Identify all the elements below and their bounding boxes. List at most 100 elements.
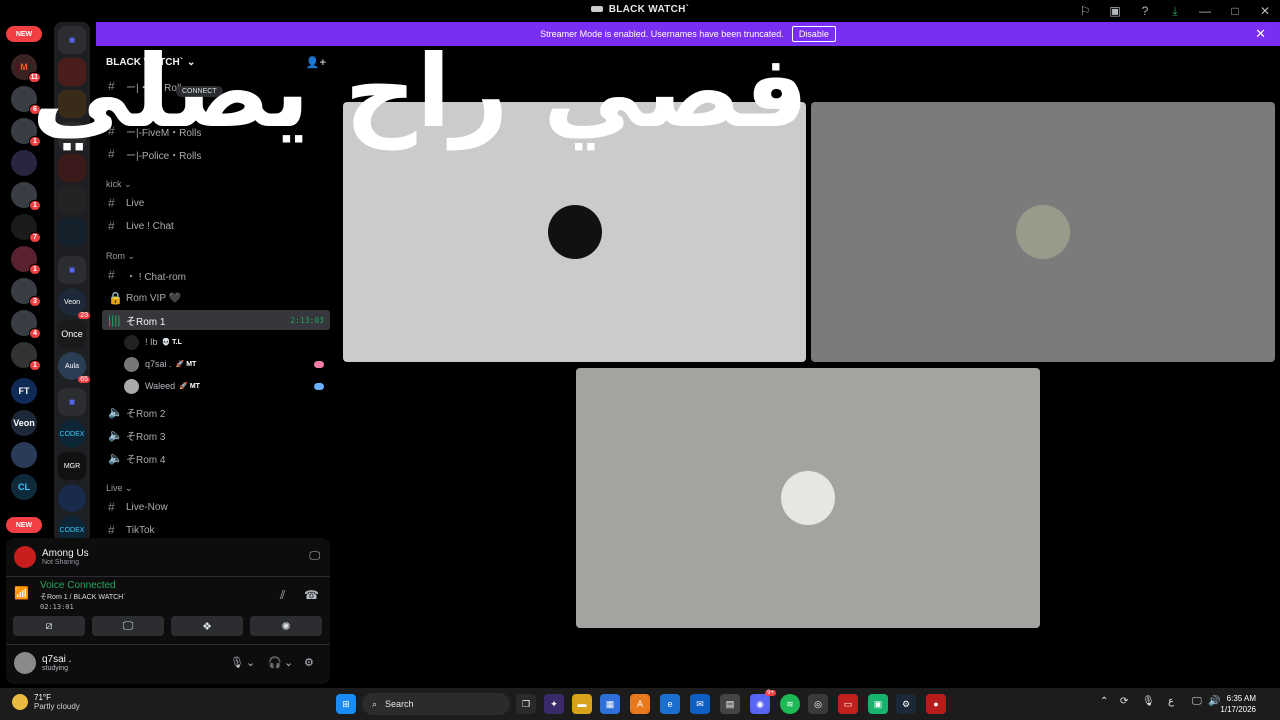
category-rom[interactable]: Rom ⌄ <box>106 251 135 262</box>
camera-off-button[interactable]: ⧄ <box>13 616 85 636</box>
among-us-icon[interactable]: ● <box>926 694 946 714</box>
channel-text[interactable]: # Live-Now <box>102 497 330 517</box>
screen-share-button[interactable]: 🖵 <box>92 616 164 636</box>
weather-widget[interactable]: 71°F Partly cloudy <box>12 693 80 711</box>
category-live[interactable]: Live ⌄ <box>106 483 133 494</box>
server-icon[interactable]: 1 <box>11 342 41 371</box>
stream-icon[interactable]: ▣ <box>1100 0 1130 22</box>
activities-button[interactable]: ❖ <box>171 616 243 636</box>
speaker-icon: 🔈 <box>108 405 123 419</box>
clock[interactable]: 6:35 AM 1/17/2026 <box>1220 693 1256 715</box>
voice-channel-label[interactable]: そRom 1 / BLACK WATCH` <box>40 592 126 602</box>
server-codex[interactable]: CODEX <box>58 420 86 448</box>
server-icon[interactable] <box>58 218 86 246</box>
folder-icon[interactable]: ■ <box>58 256 86 284</box>
chevron-down-icon[interactable]: ⌄ <box>284 656 293 669</box>
current-user[interactable]: q7sai . studying <box>14 652 71 674</box>
obs-icon[interactable]: ◎ <box>808 694 828 714</box>
chevron-down-icon[interactable]: ⌄ <box>246 656 255 669</box>
folder-icon[interactable]: ■ <box>58 388 86 416</box>
server-ft[interactable]: FT <box>11 378 37 404</box>
disconnect-icon[interactable]: ☎ <box>304 588 319 602</box>
copilot-icon[interactable]: ✦ <box>544 694 564 714</box>
category-kick[interactable]: kick ⌄ <box>106 179 132 190</box>
store-icon[interactable]: ▦ <box>600 694 620 714</box>
participant-tile[interactable] <box>811 102 1275 362</box>
channel-text[interactable]: # Live <box>102 193 330 213</box>
server-icon[interactable] <box>11 442 37 468</box>
microphone-icon[interactable]: 🎙 <box>1142 696 1155 707</box>
channel-voice[interactable]: 🔈 そRom 4 <box>102 448 330 468</box>
taskbar-search[interactable]: ⌕ Search <box>362 693 510 715</box>
server-aula[interactable]: Aula 65 <box>58 352 90 383</box>
discord-icon[interactable]: ◉ 9+ <box>750 690 776 714</box>
camera-off-icon: ⧄ <box>45 619 53 632</box>
new-pill-bottom[interactable]: NEW <box>6 517 42 533</box>
file-explorer-icon[interactable]: ▬ <box>572 694 592 714</box>
channel-voice[interactable]: 🔈 そRom 3 <box>102 425 330 445</box>
app-icon[interactable]: ▭ <box>838 694 858 714</box>
spotify-icon[interactable]: ≋ <box>780 694 800 714</box>
download-icon[interactable]: ⤓ <box>1160 0 1190 22</box>
server-icon[interactable]: 1 <box>11 182 41 211</box>
steam-icon[interactable]: ⚙ <box>896 694 916 714</box>
server-icon[interactable]: 1 <box>11 246 41 275</box>
channel-voice[interactable]: 🔈 そRom 2 <box>102 402 330 422</box>
channel-text[interactable]: # TikTok <box>102 520 330 540</box>
minimize-button[interactable]: — <box>1190 0 1220 22</box>
server-icon[interactable]: 3 <box>11 278 41 307</box>
taskbar: 71°F Partly cloudy ⊞ ⌕ Search ❐ ✦ ▬ ▦ A e… <box>0 688 1280 720</box>
activity-icon <box>314 382 324 390</box>
help-icon[interactable]: ? <box>1130 0 1160 22</box>
participant-tile[interactable] <box>576 368 1040 628</box>
gear-icon[interactable]: ⚙ <box>304 656 314 669</box>
server-icon[interactable]: 7 <box>11 214 41 243</box>
server-veon[interactable]: Veon 23 <box>58 288 90 319</box>
avatar <box>1016 205 1070 259</box>
headphones-icon[interactable]: 🎧 <box>268 656 282 669</box>
game-name: Among Us <box>42 548 89 559</box>
start-button[interactable]: ⊞ <box>336 694 356 714</box>
outlook-icon[interactable]: ✉ <box>690 694 710 714</box>
app-icon[interactable]: ▣ <box>868 694 888 714</box>
signal-icon[interactable]: 📶 <box>14 586 29 600</box>
network-icon[interactable]: 🖵 <box>1192 696 1202 707</box>
close-button[interactable]: ✕ <box>1250 0 1280 22</box>
channel-voice-active[interactable]: |||| そRom 1 2:13:03 <box>102 310 330 330</box>
channel-text[interactable]: # Live ! Chat <box>102 216 330 236</box>
task-view-icon[interactable]: ❐ <box>516 694 536 714</box>
language-indicator[interactable]: ع <box>1168 696 1174 707</box>
game-status: Not Sharing <box>42 559 79 566</box>
microphone-icon[interactable]: 🎙 <box>230 656 244 669</box>
soundboard-button[interactable]: ✺ <box>250 616 322 636</box>
inbox-flag-icon[interactable]: ⚐ <box>1070 0 1100 22</box>
noise-suppression-icon[interactable]: ⫽ <box>280 588 285 603</box>
volume-icon[interactable]: 🔊 <box>1208 696 1220 707</box>
voice-connected-label[interactable]: Voice Connected <box>40 580 116 591</box>
channel-text[interactable]: # ・ ! Chat-rom <box>102 265 330 285</box>
server-once[interactable]: Once <box>58 320 86 348</box>
app-icon[interactable]: A <box>630 694 650 714</box>
edge-icon[interactable]: e <box>660 694 680 714</box>
maximize-button[interactable]: □ <box>1220 0 1250 22</box>
tray-overflow-icon[interactable]: ⌃ <box>1100 696 1108 707</box>
voice-member[interactable]: Waleed 🚀 MT <box>124 376 330 396</box>
server-veon[interactable]: Veon <box>11 410 37 436</box>
app-icon[interactable]: ▤ <box>720 694 740 714</box>
server-cl[interactable]: CL <box>11 474 37 500</box>
server-icon[interactable] <box>58 484 86 512</box>
sync-icon[interactable]: ⟳ <box>1120 696 1128 707</box>
user-status: studying <box>42 665 69 672</box>
server-icon[interactable]: 4 <box>11 310 41 339</box>
share-screen-icon[interactable]: 🖵 <box>309 550 320 563</box>
user-panel: Among Us Not Sharing 🖵 📶 Voice Connected… <box>6 538 330 684</box>
server-mgr[interactable]: MGR <box>58 452 86 480</box>
voice-member[interactable]: ! Ib 💀 T.L <box>124 332 330 352</box>
avatar <box>781 471 835 525</box>
channel-locked[interactable]: 🔒 Rom VIP 🖤 <box>102 288 330 308</box>
server-icon[interactable] <box>58 186 86 214</box>
banner-close-icon[interactable]: ✕ <box>1255 26 1266 42</box>
voice-member[interactable]: q7sai . 🚀 MT <box>124 354 330 374</box>
speaker-icon: 🔈 <box>108 451 123 465</box>
hash-icon: # <box>108 196 115 210</box>
